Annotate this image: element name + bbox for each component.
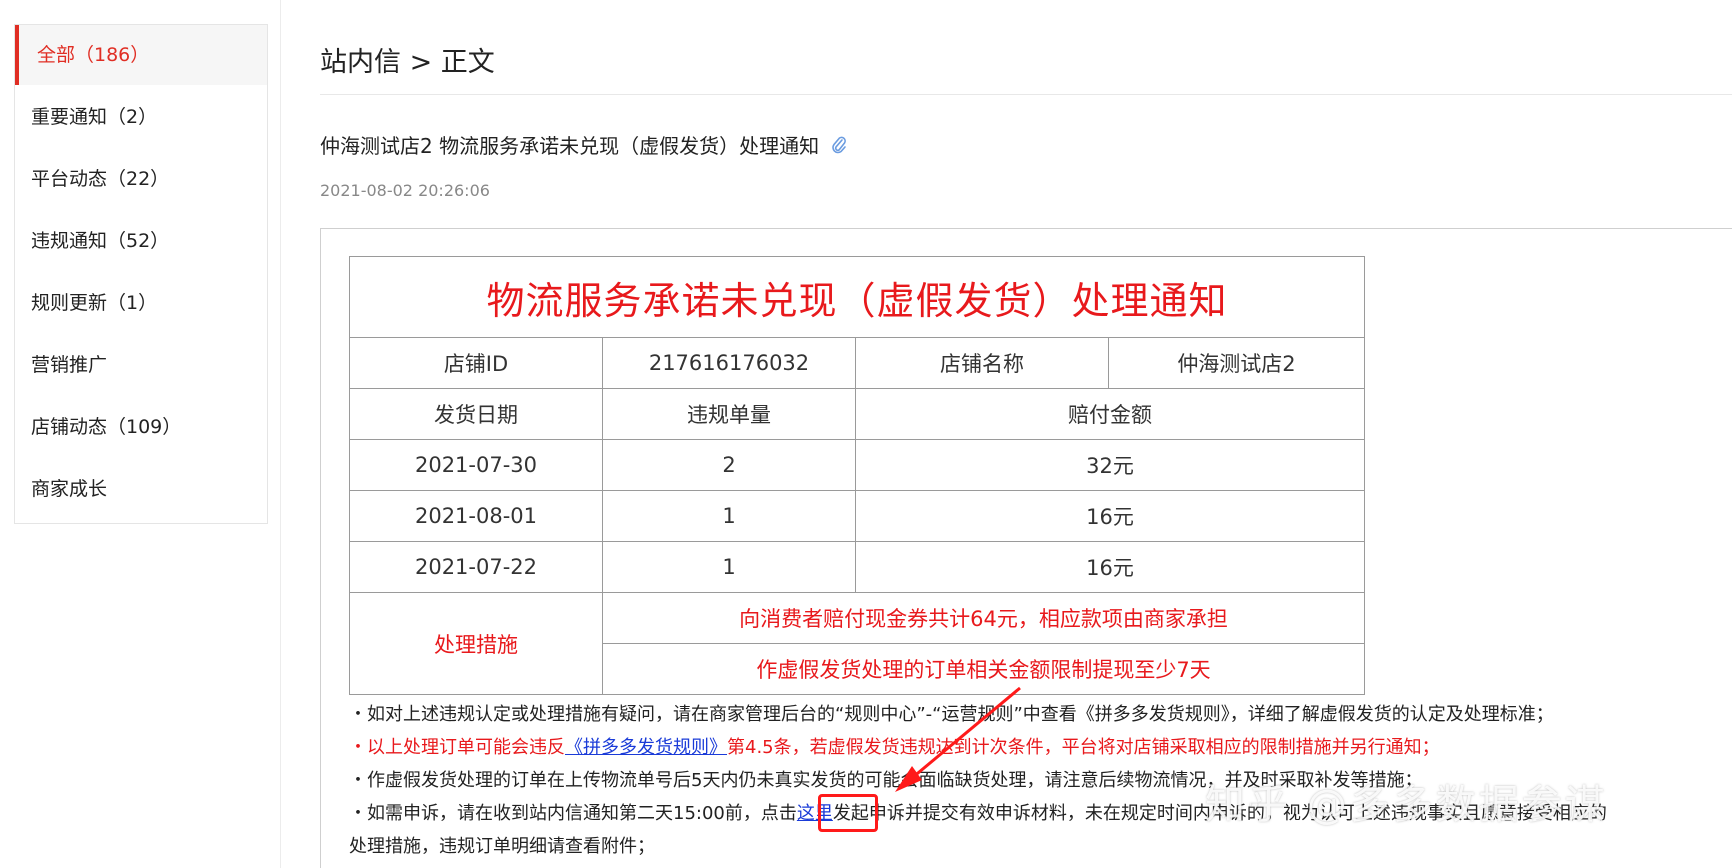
watermark: 知乎 @多多数据参谋 [1205, 782, 1608, 828]
annotation-arrow-icon [895, 686, 1021, 792]
